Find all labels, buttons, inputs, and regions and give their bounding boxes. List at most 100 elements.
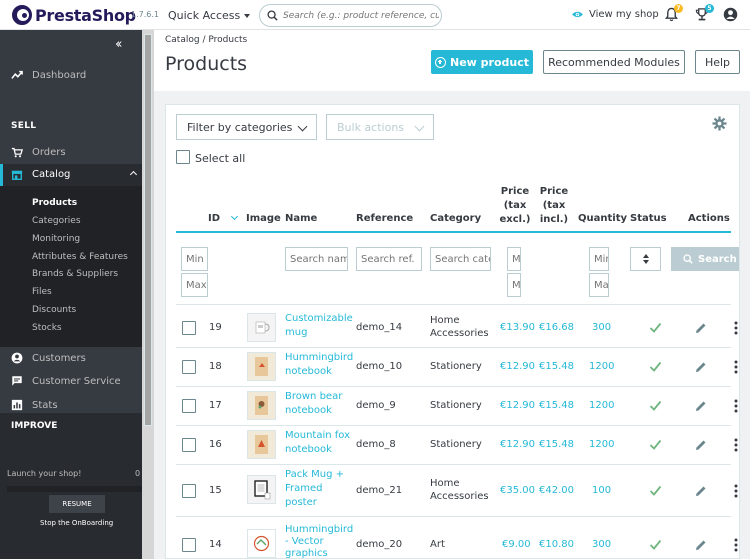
- row-checkbox[interactable]: [182, 538, 196, 552]
- price-tax-excl[interactable]: €13.90: [500, 322, 535, 333]
- table-row[interactable]: 18 Hummingbird notebook demo_10 Statione…: [176, 348, 738, 387]
- product-name[interactable]: Pack Mug + Framed poster: [285, 468, 344, 510]
- table-row[interactable]: 14 Hummingbird - Vector graphics demo_20…: [176, 517, 738, 558]
- product-thumbnail[interactable]: [247, 475, 276, 504]
- sidebar-scrollbar[interactable]: [142, 30, 154, 559]
- product-thumbnail[interactable]: [247, 430, 276, 459]
- column-status[interactable]: Status: [630, 213, 667, 224]
- price-tax-incl[interactable]: €10.80: [539, 539, 574, 550]
- bulk-actions-button[interactable]: Bulk actions: [326, 114, 434, 140]
- row-checkbox[interactable]: [182, 438, 196, 452]
- submenu-files[interactable]: Files: [32, 287, 52, 297]
- submenu-discounts[interactable]: Discounts: [32, 305, 76, 315]
- edit-icon[interactable]: [695, 439, 707, 451]
- filter-by-categories-button[interactable]: Filter by categories: [176, 114, 317, 140]
- product-thumbnail[interactable]: [247, 313, 276, 342]
- product-thumbnail[interactable]: [247, 391, 276, 420]
- product-quantity[interactable]: 300: [592, 539, 611, 550]
- column-id[interactable]: ID: [208, 212, 238, 224]
- price-tax-excl[interactable]: €9.00: [502, 539, 531, 550]
- price-tax-incl[interactable]: €16.68: [539, 322, 574, 333]
- view-my-shop-link[interactable]: View my shop: [571, 9, 659, 20]
- table-row[interactable]: 19 Customizable mug demo_14 Home Accesso…: [176, 309, 738, 348]
- header-search[interactable]: [259, 4, 442, 27]
- prestashop-logo[interactable]: PrestaShop: [12, 5, 136, 25]
- product-name[interactable]: Mountain fox notebook: [285, 429, 350, 457]
- more-vert-icon[interactable]: [734, 538, 738, 552]
- submenu-attributes-features[interactable]: Attributes & Features: [32, 252, 128, 262]
- edit-icon[interactable]: [695, 539, 707, 551]
- status-enabled-icon[interactable]: [649, 400, 662, 411]
- table-row[interactable]: 17 Brown bear notebook demo_9 Stationery…: [176, 387, 738, 426]
- submenu-products[interactable]: Products: [32, 198, 77, 208]
- scrollbar-thumb[interactable]: [144, 34, 152, 426]
- quick-access-dropdown[interactable]: Quick Access: [168, 9, 251, 22]
- filter-category[interactable]: [430, 247, 491, 271]
- submenu-monitoring[interactable]: Monitoring: [32, 234, 80, 244]
- price-tax-excl[interactable]: €35.00: [500, 485, 535, 496]
- column-name[interactable]: Name: [285, 213, 317, 224]
- product-quantity[interactable]: 1200: [589, 439, 614, 450]
- product-quantity[interactable]: 1200: [589, 361, 614, 372]
- search-filters-button[interactable]: Search: [671, 247, 739, 271]
- edit-icon[interactable]: [695, 361, 707, 373]
- submenu-categories[interactable]: Categories: [32, 216, 81, 226]
- more-vert-icon[interactable]: [734, 484, 738, 498]
- product-quantity[interactable]: 1200: [589, 400, 614, 411]
- sidebar-item-dashboard[interactable]: Dashboard: [0, 64, 142, 86]
- filter-qty-max[interactable]: [589, 273, 609, 297]
- recommended-modules-button[interactable]: Recommended Modules: [543, 50, 685, 74]
- price-tax-incl[interactable]: €15.48: [539, 400, 574, 411]
- collapse-sidebar-icon[interactable]: ‹‹: [115, 37, 123, 52]
- select-all-checkbox[interactable]: [176, 150, 190, 164]
- help-button[interactable]: Help: [695, 50, 740, 74]
- filter-id-min[interactable]: [181, 247, 208, 271]
- sidebar-item-catalog[interactable]: Catalog: [0, 164, 142, 186]
- column-category[interactable]: Category: [430, 213, 481, 224]
- product-quantity[interactable]: 100: [592, 485, 611, 496]
- more-vert-icon[interactable]: [734, 321, 738, 335]
- product-thumbnail[interactable]: [247, 529, 276, 558]
- resume-onboarding-button[interactable]: RESUME: [49, 495, 105, 513]
- row-checkbox[interactable]: [182, 321, 196, 335]
- status-enabled-icon[interactable]: [649, 485, 662, 496]
- filter-id-max[interactable]: [181, 273, 208, 297]
- submenu-stocks[interactable]: Stocks: [32, 323, 62, 333]
- filter-qty-min[interactable]: [589, 247, 609, 271]
- filter-status-select[interactable]: [630, 247, 661, 271]
- price-tax-incl[interactable]: €42.00: [539, 485, 574, 496]
- product-name[interactable]: Hummingbird notebook: [285, 351, 353, 379]
- price-tax-excl[interactable]: €12.90: [500, 361, 535, 372]
- filter-reference[interactable]: [356, 247, 422, 271]
- status-enabled-icon[interactable]: [649, 439, 662, 450]
- row-checkbox[interactable]: [182, 399, 196, 413]
- price-tax-incl[interactable]: €15.48: [539, 361, 574, 372]
- breadcrumb-catalog[interactable]: Catalog: [165, 35, 200, 45]
- more-vert-icon[interactable]: [734, 360, 738, 374]
- table-row[interactable]: 16 Mountain fox notebook demo_8 Statione…: [176, 426, 738, 465]
- row-checkbox[interactable]: [182, 484, 196, 498]
- product-quantity[interactable]: 300: [592, 322, 611, 333]
- sidebar-item-customer-service[interactable]: Customer Service: [0, 370, 142, 392]
- filter-name[interactable]: [285, 247, 348, 271]
- status-enabled-icon[interactable]: [649, 539, 662, 550]
- product-name[interactable]: Customizable mug: [285, 312, 353, 340]
- submenu-brands-suppliers[interactable]: Brands & Suppliers: [32, 269, 118, 279]
- sidebar-item-customers[interactable]: Customers: [0, 347, 142, 369]
- stop-onboarding-link[interactable]: Stop the OnBoarding: [40, 519, 113, 527]
- account-button[interactable]: [723, 7, 738, 25]
- filter-price-min[interactable]: [507, 247, 521, 271]
- product-thumbnail[interactable]: [247, 352, 276, 381]
- table-row[interactable]: 15 Pack Mug + Framed poster demo_21 Home…: [176, 465, 738, 517]
- sidebar-item-orders[interactable]: Orders: [0, 141, 142, 163]
- header-search-input[interactable]: [283, 8, 439, 24]
- row-checkbox[interactable]: [182, 360, 196, 374]
- filter-price-max[interactable]: [507, 273, 521, 297]
- product-name[interactable]: Brown bear notebook: [285, 390, 342, 418]
- notifications-button[interactable]: 7: [665, 4, 683, 25]
- edit-icon[interactable]: [695, 322, 707, 334]
- product-name[interactable]: Hummingbird - Vector graphics: [285, 524, 353, 558]
- more-vert-icon[interactable]: [734, 438, 738, 452]
- price-tax-excl[interactable]: €12.90: [500, 400, 535, 411]
- edit-icon[interactable]: [695, 400, 707, 412]
